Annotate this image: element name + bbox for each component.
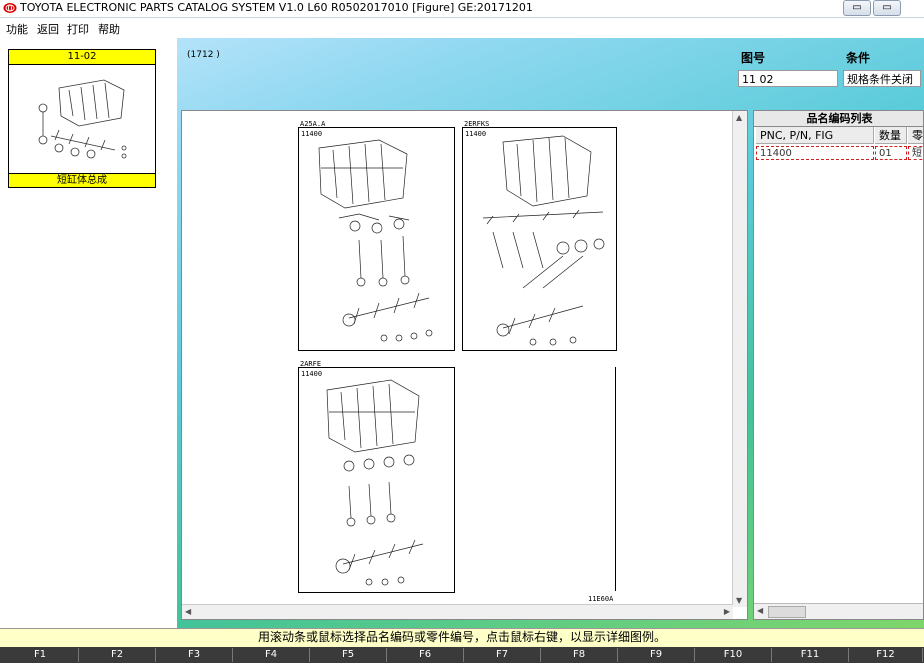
- engine-block-drawing: [326, 379, 424, 586]
- f5-key[interactable]: F5: [310, 648, 387, 662]
- title-bar: TOYOTA ELECTRONIC PARTS CATALOG SYSTEM V…: [0, 0, 924, 18]
- f3-key[interactable]: F3: [156, 648, 233, 662]
- f1-key[interactable]: F1: [2, 648, 79, 662]
- column-header-name[interactable]: 零: [908, 127, 923, 144]
- diagram-engine-label: A25A.A: [300, 120, 326, 128]
- f9-key[interactable]: F9: [618, 648, 695, 662]
- scroll-down-icon[interactable]: ▼: [736, 596, 742, 605]
- menu-bar: 功能 返回 打印 帮助: [0, 18, 924, 38]
- figure-code: (1712 ): [187, 50, 220, 60]
- minimize-icon: ▭: [852, 2, 862, 13]
- scroll-left-icon[interactable]: ◀: [757, 606, 763, 615]
- diagram-a25a[interactable]: A25A.A 11400: [298, 120, 455, 351]
- scroll-up-icon[interactable]: ▲: [736, 113, 742, 122]
- engine-block-drawing: [318, 139, 433, 342]
- f10-key[interactable]: F10: [695, 648, 772, 662]
- scroll-right-icon[interactable]: ▶: [724, 607, 730, 616]
- condition-field[interactable]: 规格条件关闭: [843, 70, 921, 87]
- column-header-pnc[interactable]: PNC, P/N, FIG: [756, 127, 874, 144]
- diagram-engine-label: 2ARFE: [300, 360, 322, 368]
- diagram-divider: [615, 367, 616, 591]
- diagram-engine-label: 2ERFKS: [464, 120, 490, 128]
- menu-item-help[interactable]: 帮助: [98, 21, 120, 37]
- diagram-divider: [454, 367, 455, 591]
- menu-item-back[interactable]: 返回: [37, 21, 59, 37]
- f6-key[interactable]: F6: [387, 648, 464, 662]
- menu-item-function[interactable]: 功能: [6, 21, 28, 37]
- f2-key[interactable]: F2: [79, 648, 156, 662]
- diagram-2erfks[interactable]: 2ERFKS 11400: [462, 120, 617, 351]
- diagram-2arfe[interactable]: 2ARFE 11400: [298, 360, 455, 593]
- figure-number-field[interactable]: 11 02: [738, 70, 838, 87]
- diagram-pnc-label: 11400: [301, 130, 323, 138]
- scroll-left-icon[interactable]: ◀: [185, 607, 191, 616]
- parts-row-pnc[interactable]: 11400: [756, 146, 874, 160]
- condition-label: 条件: [846, 51, 871, 65]
- f8-key[interactable]: F8: [541, 648, 618, 662]
- diagram-pnc-label: 11400: [301, 370, 323, 378]
- short-block-thumbnail-image: [38, 79, 127, 159]
- window-title: TOYOTA ELECTRONIC PARTS CATALOG SYSTEM V…: [20, 1, 533, 14]
- column-header-qty[interactable]: 数量: [875, 127, 907, 144]
- toyota-logo-icon: [3, 3, 17, 13]
- f12-key[interactable]: F12: [849, 648, 923, 662]
- parts-list-panel: 品名编码列表 PNC, P/N, FIG 数量 零 11400 01 短 ◀: [753, 110, 924, 620]
- f4-key[interactable]: F4: [233, 648, 310, 662]
- thumbnail-code: 11-02: [9, 50, 155, 65]
- vertical-scrollbar[interactable]: ▲ ▼: [732, 111, 747, 607]
- minimize-button[interactable]: ▭: [843, 0, 871, 16]
- f11-key[interactable]: F11: [772, 648, 849, 662]
- menu-item-print[interactable]: 打印: [67, 21, 89, 37]
- parts-row-name[interactable]: 短: [908, 146, 923, 160]
- restore-button[interactable]: ▭: [873, 0, 901, 16]
- f7-key[interactable]: F7: [464, 648, 541, 662]
- illustration-canvas[interactable]: A25A.A 11400 2ERFKS 11400 2ARFE 11400 11…: [181, 110, 748, 620]
- thumbnail-card[interactable]: 11-02 短缸体总成: [8, 49, 156, 188]
- parts-list-title: 品名编码列表: [754, 111, 923, 127]
- thumbnail-caption: 短缸体总成: [9, 173, 155, 187]
- parts-row-qty[interactable]: 01: [875, 146, 907, 160]
- diagram-pnc-label: 11400: [465, 130, 487, 138]
- status-bar: 用滚动条或鼠标选择品名编码或零件编号，点击鼠标右键，以显示详细图例。: [0, 628, 924, 647]
- figure-number-label: 图号: [741, 51, 766, 65]
- restore-icon: ▭: [882, 2, 892, 13]
- diagram-reference: 11E60A: [588, 595, 614, 603]
- scroll-thumb[interactable]: [768, 606, 806, 618]
- parts-list-scrollbar[interactable]: ◀: [754, 603, 923, 619]
- horizontal-scrollbar[interactable]: ◀ ▶: [182, 604, 733, 619]
- engine-block-drawing: [482, 135, 605, 346]
- function-key-bar: F1 F2 F3 F4 F5 F6 F7 F8 F9 F10 F11 F12: [0, 647, 924, 663]
